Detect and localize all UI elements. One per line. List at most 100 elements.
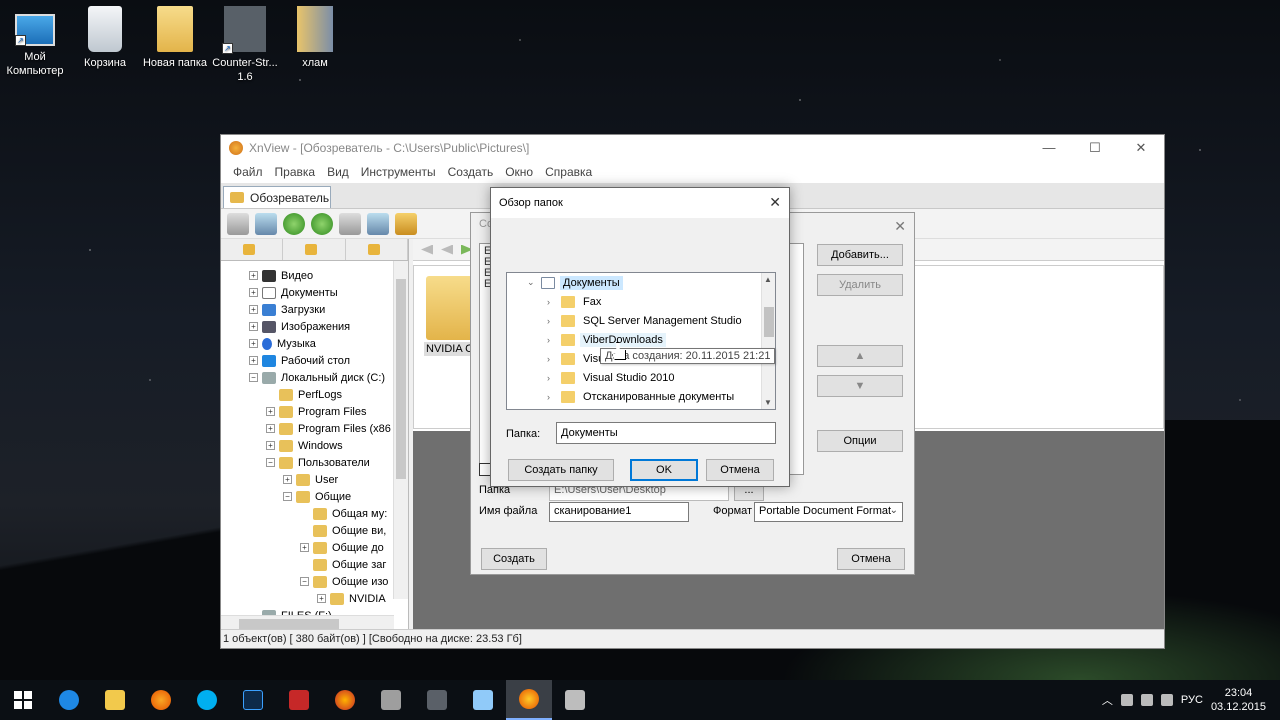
tab-categories-icon[interactable]: [346, 239, 408, 260]
tree-item[interactable]: − Общие: [221, 488, 408, 505]
tab-favorites-icon[interactable]: [283, 239, 346, 260]
chevron-right-icon[interactable]: ›: [547, 373, 561, 383]
expand-icon[interactable]: +: [249, 288, 258, 297]
expand-icon[interactable]: +: [249, 322, 258, 331]
taskbar-explorer[interactable]: [92, 680, 138, 720]
tree-item[interactable]: + Program Files (x86: [221, 420, 408, 437]
tree-item[interactable]: + Рабочий стол: [221, 352, 408, 369]
chevron-up-icon[interactable]: ︿: [1102, 692, 1113, 708]
delete-button[interactable]: Удалить: [817, 274, 903, 296]
expand-icon[interactable]: +: [283, 475, 292, 484]
desktop-icon-junk[interactable]: хлам: [280, 6, 350, 70]
desktop-icon-new-folder[interactable]: Новая папка: [140, 6, 210, 70]
expand-icon[interactable]: +: [249, 305, 258, 314]
refresh-icon[interactable]: [283, 212, 305, 235]
expand-icon[interactable]: +: [266, 441, 275, 450]
xnview-titlebar[interactable]: XnView - [Обозреватель - C:\Users\Public…: [221, 135, 1164, 161]
taskbar-xnview[interactable]: [506, 680, 552, 720]
maximize-button[interactable]: ☐: [1072, 140, 1118, 156]
tree-item[interactable]: Общая му:: [221, 505, 408, 522]
taskbar-counter-strike[interactable]: [414, 680, 460, 720]
chevron-right-icon[interactable]: ›: [547, 354, 561, 364]
tree-scrollbar[interactable]: ▲ ▼: [761, 273, 775, 409]
taskbar-app-red[interactable]: [276, 680, 322, 720]
close-icon[interactable]: ✕: [894, 218, 906, 234]
move-down-button[interactable]: ▼: [817, 375, 903, 397]
taskbar-skype[interactable]: [184, 680, 230, 720]
tree-item-folder[interactable]: › ViberDownloads: [507, 330, 775, 349]
filename-field[interactable]: сканирование1: [549, 502, 689, 522]
tree-item[interactable]: + Общие до: [221, 539, 408, 556]
clock[interactable]: 23:04 03.12.2015: [1211, 686, 1266, 714]
taskbar-firefox[interactable]: [138, 680, 184, 720]
ok-button[interactable]: OK: [630, 459, 698, 481]
close-icon[interactable]: ✕: [769, 194, 781, 210]
back-icon[interactable]: [421, 244, 433, 255]
tree-item-documents[interactable]: ⌄ Документы: [507, 273, 775, 292]
reload-icon[interactable]: [311, 212, 333, 235]
menu-file[interactable]: Файл: [227, 165, 269, 179]
tree-scrollbar[interactable]: [393, 261, 408, 599]
scroll-up-icon[interactable]: ▲: [764, 275, 772, 284]
tree-item[interactable]: + Program Files: [221, 403, 408, 420]
new-folder-button[interactable]: Создать папку: [508, 459, 614, 481]
menu-view[interactable]: Вид: [321, 165, 355, 179]
tree-item[interactable]: Общие ви,: [221, 522, 408, 539]
scroll-down-icon[interactable]: ▼: [764, 398, 772, 407]
cancel-button[interactable]: Отмена: [837, 548, 905, 570]
taskbar-photoshop[interactable]: [230, 680, 276, 720]
menu-window[interactable]: Окно: [499, 165, 539, 179]
scrollbar-thumb[interactable]: [764, 307, 774, 337]
tab-browser[interactable]: Обозреватель: [223, 186, 331, 208]
tree-item-folder[interactable]: › Visual Studio 2010: [507, 368, 775, 387]
taskbar-app-rings[interactable]: [322, 680, 368, 720]
display-icon[interactable]: [1160, 694, 1173, 706]
taskbar-tools[interactable]: [368, 680, 414, 720]
expand-icon[interactable]: +: [266, 407, 275, 416]
cancel-button[interactable]: Отмена: [706, 459, 774, 481]
language-indicator[interactable]: РУС: [1181, 694, 1203, 706]
export-icon[interactable]: [395, 212, 417, 235]
desktop-icon-recycle-bin[interactable]: Корзина: [70, 6, 140, 70]
expand-icon[interactable]: +: [266, 424, 275, 433]
tree-item[interactable]: Общие заг: [221, 556, 408, 573]
menu-help[interactable]: Справка: [539, 165, 598, 179]
tree-item[interactable]: − Пользователи: [221, 454, 408, 471]
add-button[interactable]: Добавить...: [817, 244, 903, 266]
taskbar-edge[interactable]: [46, 680, 92, 720]
collapse-icon[interactable]: −: [283, 492, 292, 501]
volume-icon[interactable]: [1140, 694, 1153, 706]
desktop-icon-counter-strike[interactable]: ↗ Counter-Str... 1.6: [210, 6, 280, 84]
chevron-right-icon[interactable]: ›: [547, 335, 561, 345]
browse-folder-field[interactable]: Документы: [556, 422, 776, 444]
create-button[interactable]: Создать: [481, 548, 547, 570]
chevron-down-icon[interactable]: ⌄: [527, 277, 541, 288]
expand-icon[interactable]: +: [249, 271, 258, 280]
tree-item-folder[interactable]: › Отсканированные документы: [507, 387, 775, 406]
tree-item[interactable]: − Локальный диск (C:): [221, 369, 408, 386]
chevron-right-icon[interactable]: ›: [547, 297, 561, 307]
collapse-icon[interactable]: −: [300, 577, 309, 586]
tree-item[interactable]: + Загрузки: [221, 301, 408, 318]
tab-folders-icon[interactable]: [221, 239, 284, 260]
print-icon[interactable]: [367, 212, 389, 235]
minimize-button[interactable]: —: [1026, 140, 1072, 156]
tree-item[interactable]: + Изображения: [221, 318, 408, 335]
network-icon[interactable]: [1120, 694, 1133, 706]
menu-edit[interactable]: Правка: [269, 165, 322, 179]
tree-item[interactable]: + User: [221, 471, 408, 488]
fullscreen-icon[interactable]: [255, 212, 277, 235]
format-select[interactable]: Portable Document Format ⌄: [754, 502, 903, 522]
menu-create[interactable]: Создать: [442, 165, 500, 179]
menu-tools[interactable]: Инструменты: [355, 165, 442, 179]
chevron-right-icon[interactable]: ›: [547, 316, 561, 326]
tree-item-folder[interactable]: › Fax: [507, 292, 775, 311]
options-button[interactable]: Опции: [817, 430, 903, 452]
browse-dialog-titlebar[interactable]: Обзор папок ✕: [491, 188, 789, 218]
tree-item[interactable]: + Документы: [221, 284, 408, 301]
tree-item[interactable]: + Видео: [221, 267, 408, 284]
tree-item[interactable]: PerfLogs: [221, 386, 408, 403]
expand-icon[interactable]: +: [249, 356, 258, 365]
expand-icon[interactable]: +: [300, 543, 309, 552]
chevron-right-icon[interactable]: ›: [547, 392, 561, 402]
